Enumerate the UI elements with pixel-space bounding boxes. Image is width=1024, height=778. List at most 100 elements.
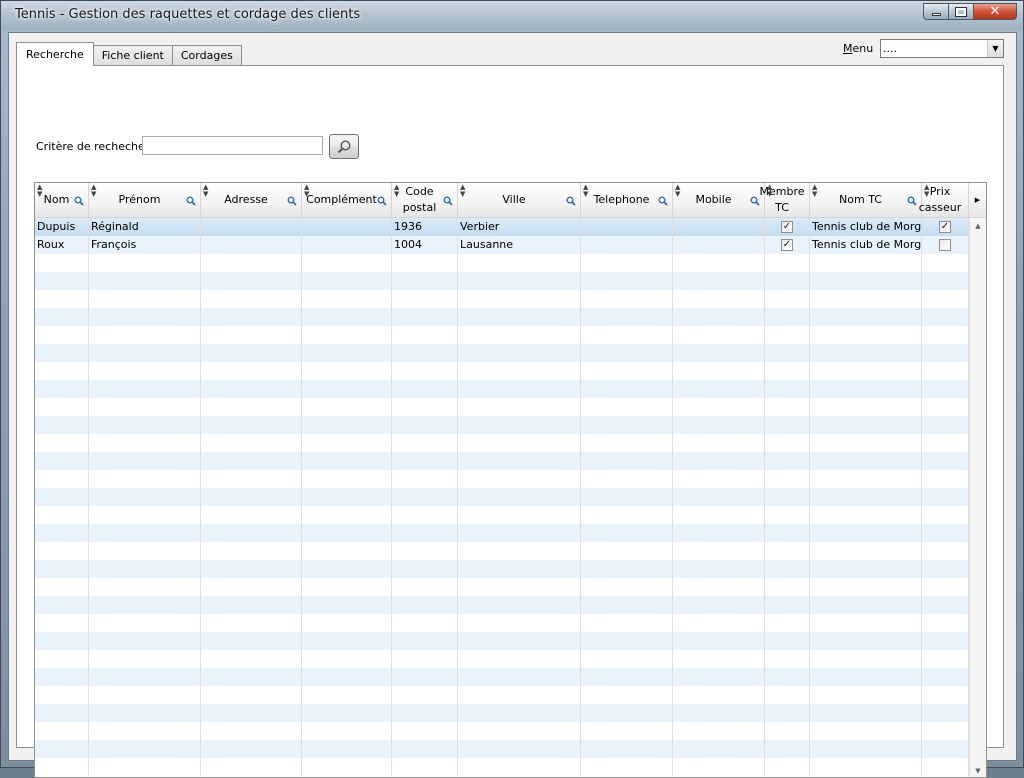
cell-prix-casseur[interactable] [922,416,969,434]
column-header-mobile[interactable]: ▲ ▼ Mobile [673,183,765,218]
sort-arrows-icon[interactable]: ▲ ▼ [91,184,96,198]
cell-complement[interactable] [302,704,392,722]
cell-adresse[interactable] [201,488,302,506]
cell-code-postal[interactable] [392,740,458,758]
cell-prix-casseur[interactable] [922,704,969,722]
cell-mobile[interactable] [673,452,765,470]
cell-nom-tc[interactable] [810,578,922,596]
empty-table-row[interactable] [35,254,969,272]
cell-prenom[interactable] [89,596,201,614]
cell-telephone[interactable] [581,326,673,344]
cell-adresse[interactable] [201,686,302,704]
empty-table-row[interactable] [35,326,969,344]
cell-prenom[interactable] [89,326,201,344]
cell-nom[interactable] [35,416,89,434]
cell-membre-tc[interactable] [765,686,810,704]
cell-prix-casseur[interactable] [922,722,969,740]
column-filter-search-icon[interactable] [658,195,668,211]
cell-complement[interactable] [302,740,392,758]
cell-mobile[interactable] [673,488,765,506]
column-header-code-postal[interactable]: ▲ ▼ Code postal [392,183,458,218]
cell-nom-tc[interactable] [810,290,922,308]
cell-prenom[interactable] [89,614,201,632]
cell-mobile[interactable] [673,218,765,236]
cell-nom[interactable] [35,704,89,722]
cell-mobile[interactable] [673,308,765,326]
cell-complement[interactable] [302,614,392,632]
cell-nom[interactable] [35,560,89,578]
column-filter-search-icon[interactable] [287,195,297,211]
cell-nom[interactable] [35,506,89,524]
sort-arrows-icon[interactable]: ▲ ▼ [812,184,817,198]
cell-adresse[interactable] [201,416,302,434]
cell-prix-casseur[interactable] [922,578,969,596]
cell-prenom[interactable] [89,308,201,326]
cell-complement[interactable] [302,434,392,452]
cell-telephone[interactable] [581,236,673,254]
cell-complement[interactable] [302,668,392,686]
title-bar[interactable]: Tennis - Gestion des raquettes et cordag… [1,1,1023,31]
cell-mobile[interactable] [673,470,765,488]
cell-ville[interactable] [458,344,581,362]
cell-complement[interactable] [302,650,392,668]
cell-prenom[interactable] [89,290,201,308]
cell-nom[interactable] [35,668,89,686]
cell-nom[interactable] [35,308,89,326]
cell-nom-tc[interactable] [810,362,922,380]
cell-prenom[interactable]: François [89,236,201,254]
cell-complement[interactable] [302,308,392,326]
cell-ville[interactable] [458,254,581,272]
column-filter-search-icon[interactable] [750,195,760,211]
cell-prenom[interactable] [89,524,201,542]
cell-prix-casseur[interactable] [922,308,969,326]
cell-mobile[interactable] [673,740,765,758]
cell-complement[interactable] [302,326,392,344]
cell-ville[interactable] [458,758,581,776]
cell-nom-tc[interactable] [810,344,922,362]
cell-code-postal[interactable] [392,488,458,506]
cell-telephone[interactable] [581,650,673,668]
sort-arrows-icon[interactable]: ▲ ▼ [460,184,465,198]
cell-code-postal[interactable] [392,596,458,614]
cell-membre-tc[interactable] [765,704,810,722]
cell-adresse[interactable] [201,560,302,578]
cell-code-postal[interactable] [392,704,458,722]
cell-nom-tc[interactable] [810,632,922,650]
cell-membre-tc[interactable] [765,596,810,614]
cell-code-postal[interactable] [392,308,458,326]
cell-nom[interactable] [35,434,89,452]
column-header-telephone[interactable]: ▲ ▼ Telephone [581,183,673,218]
cell-membre-tc[interactable] [765,272,810,290]
close-button[interactable]: ✕ [973,3,1017,20]
scroll-right-arrow-icon[interactable]: ▶ [969,183,986,218]
minimize-button[interactable] [923,3,948,20]
cell-membre-tc[interactable] [765,524,810,542]
cell-nom[interactable] [35,272,89,290]
empty-table-row[interactable] [35,740,969,758]
cell-ville[interactable] [458,416,581,434]
cell-adresse[interactable] [201,578,302,596]
cell-mobile[interactable] [673,758,765,776]
cell-nom[interactable] [35,290,89,308]
column-filter-search-icon[interactable] [186,195,196,211]
cell-complement[interactable] [302,560,392,578]
cell-complement[interactable] [302,254,392,272]
cell-code-postal[interactable] [392,722,458,740]
maximize-button[interactable] [948,3,973,20]
cell-mobile[interactable] [673,686,765,704]
cell-nom-tc[interactable] [810,272,922,290]
cell-complement[interactable] [302,218,392,236]
cell-code-postal[interactable] [392,380,458,398]
cell-code-postal[interactable] [392,506,458,524]
column-filter-search-icon[interactable] [74,195,84,211]
column-filter-search-icon[interactable] [443,195,453,211]
cell-adresse[interactable] [201,632,302,650]
cell-nom-tc[interactable] [810,686,922,704]
cell-nom[interactable] [35,524,89,542]
cell-mobile[interactable] [673,632,765,650]
empty-table-row[interactable] [35,344,969,362]
cell-ville[interactable] [458,668,581,686]
cell-code-postal[interactable] [392,398,458,416]
cell-ville[interactable]: Verbier [458,218,581,236]
cell-nom[interactable] [35,488,89,506]
